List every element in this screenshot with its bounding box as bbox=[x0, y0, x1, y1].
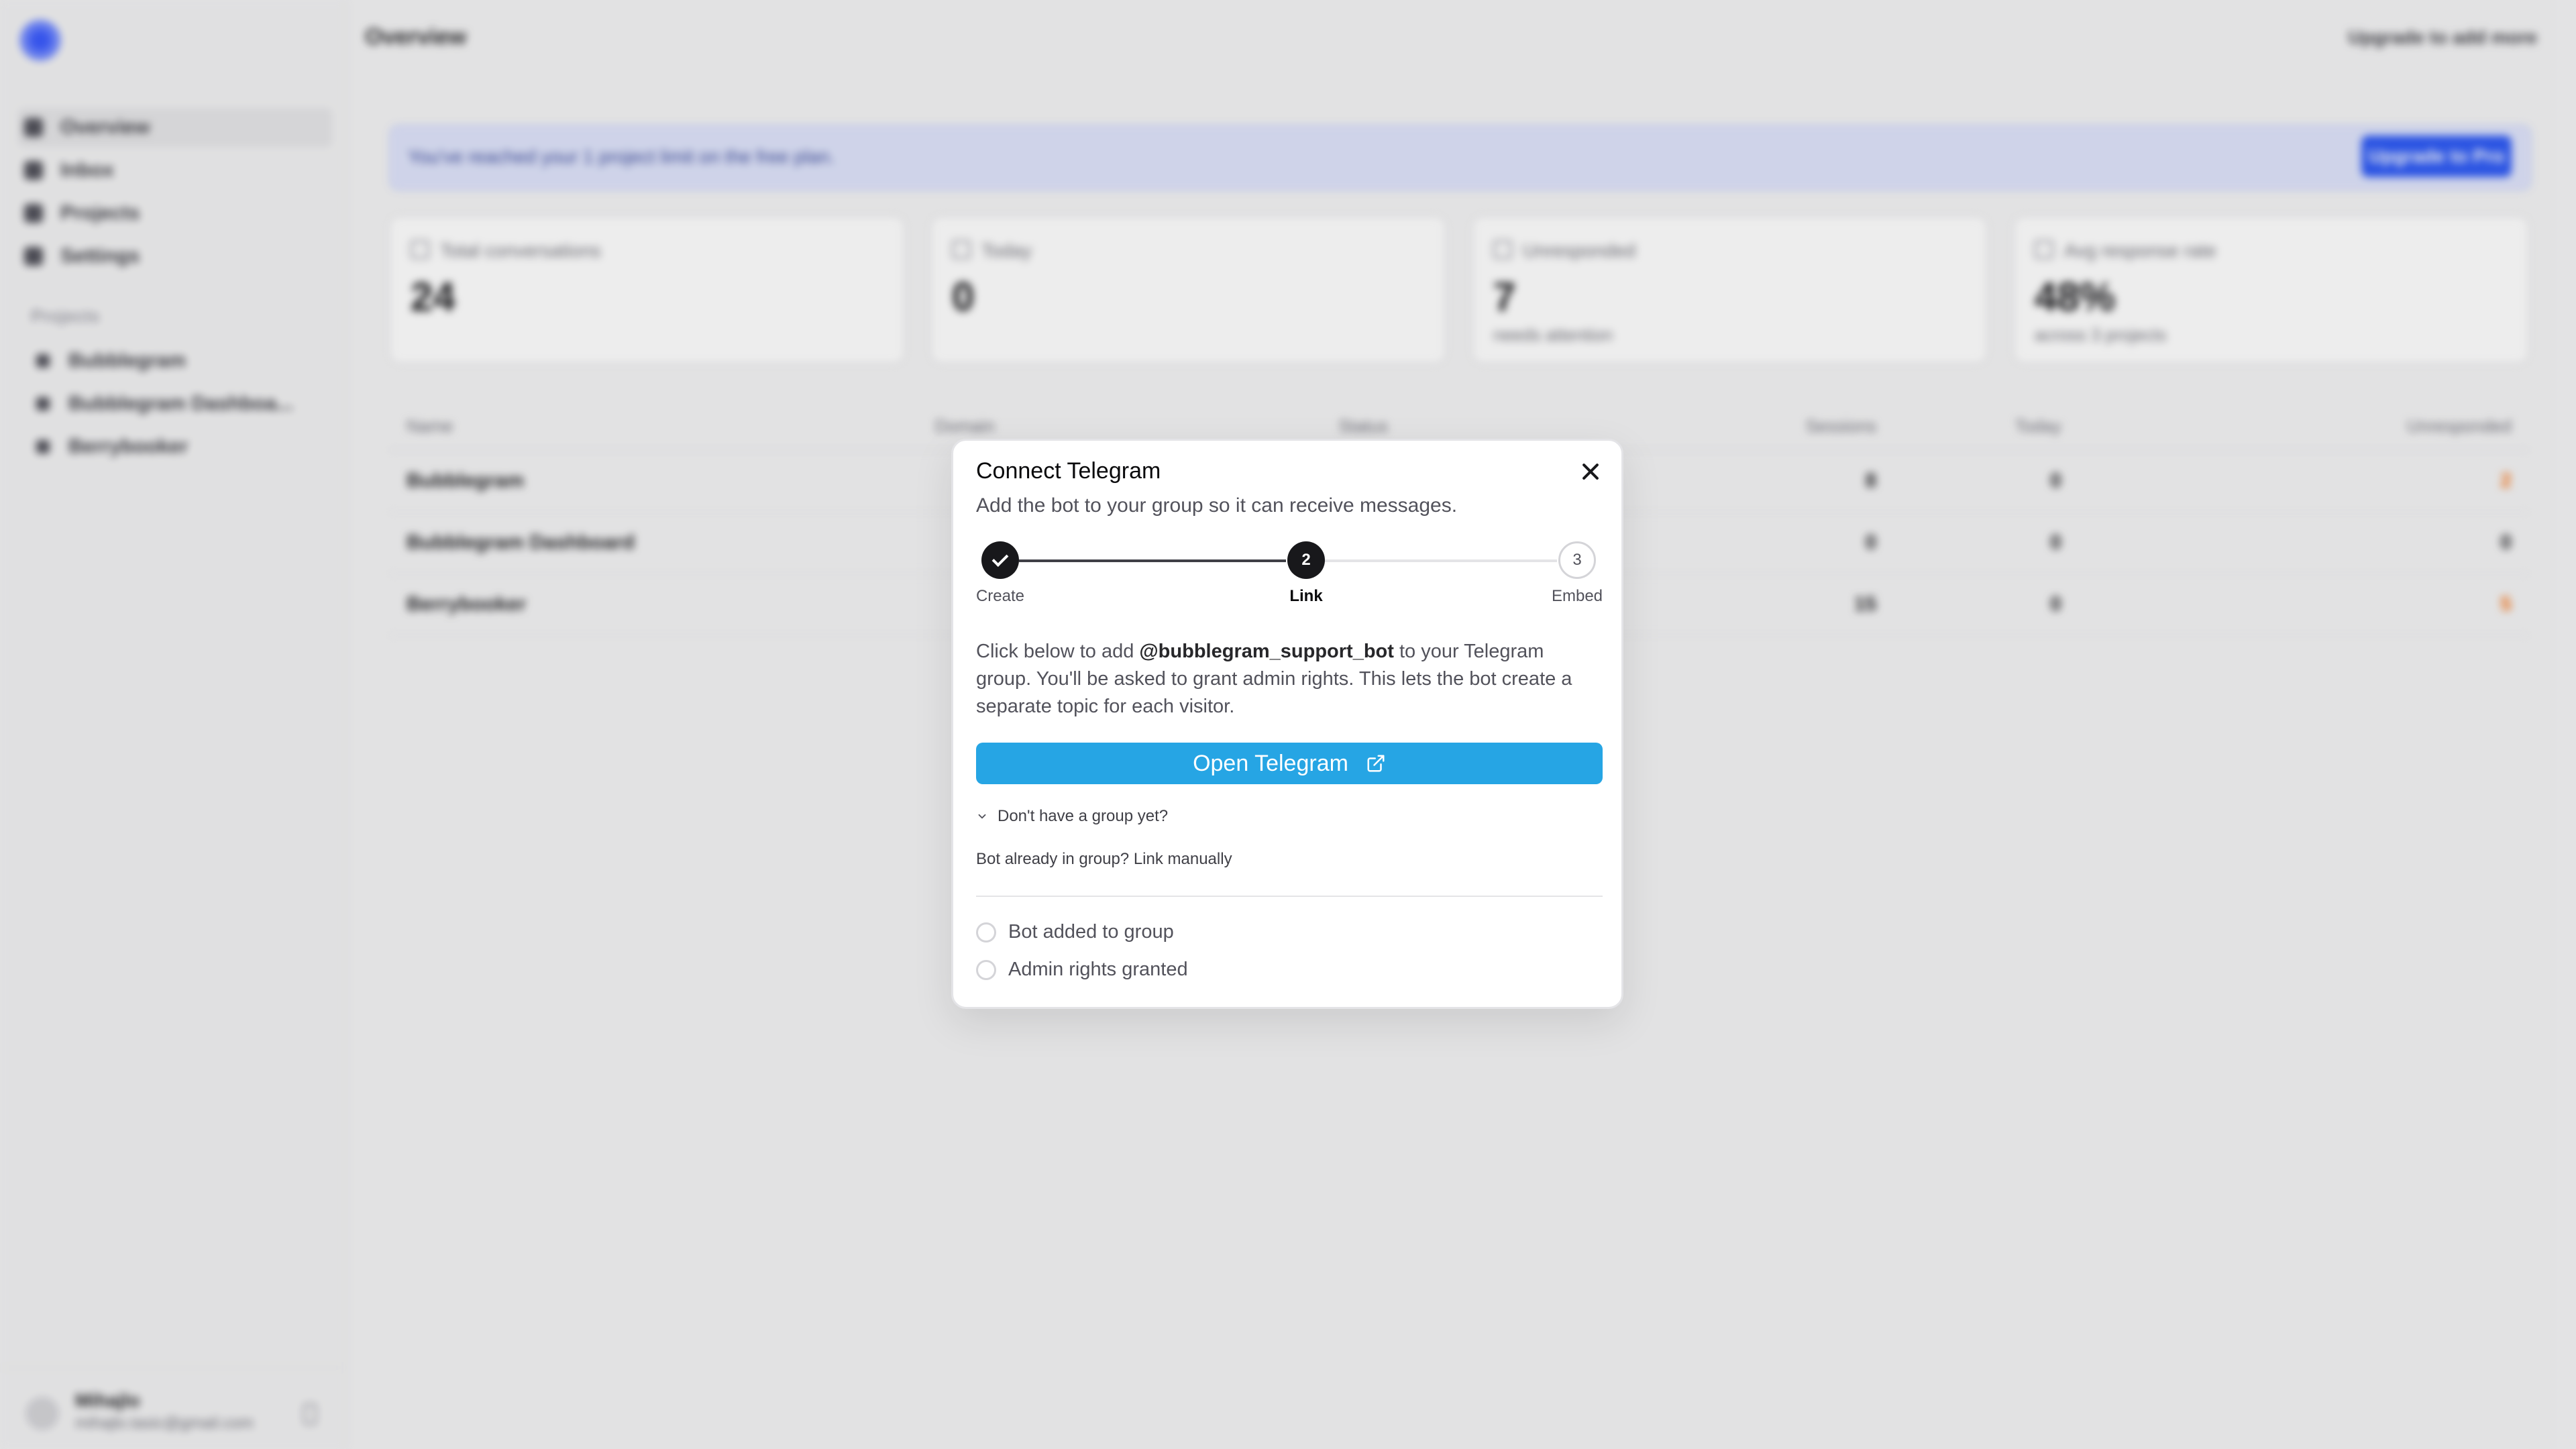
step-label-embed: Embed bbox=[1551, 587, 1603, 605]
step-link-indicator: 2 bbox=[1287, 541, 1325, 579]
close-icon[interactable] bbox=[1580, 461, 1601, 482]
checklist-item-admin-rights: Admin rights granted bbox=[976, 959, 1188, 981]
bot-handle: @bubblegram_support_bot bbox=[1139, 641, 1394, 662]
dialog-title: Connect Telegram bbox=[976, 458, 1161, 484]
step-connector bbox=[1325, 559, 1557, 562]
link-manually-link[interactable]: Bot already in group? Link manually bbox=[976, 850, 1232, 869]
instructions-prefix: Click below to add bbox=[976, 641, 1140, 662]
external-link-icon bbox=[1367, 755, 1385, 772]
divider bbox=[976, 896, 1603, 897]
open-telegram-button[interactable]: Open Telegram bbox=[976, 743, 1603, 784]
chevron-down-icon bbox=[978, 814, 986, 819]
checklist-item-bot-added: Bot added to group bbox=[976, 921, 1174, 943]
no-group-toggle[interactable]: Don't have a group yet? bbox=[976, 807, 1168, 826]
check-icon bbox=[991, 549, 1009, 567]
dialog-description: Add the bot to your group so it can rece… bbox=[976, 494, 1458, 517]
checklist-label: Bot added to group bbox=[1008, 921, 1174, 943]
step-label-create: Create bbox=[975, 587, 1025, 605]
connect-telegram-dialog: Connect Telegram Add the bot to your gro… bbox=[951, 439, 1623, 1009]
step-embed-indicator: 3 bbox=[1558, 541, 1596, 579]
checklist-label: Admin rights granted bbox=[1008, 959, 1188, 980]
step-create-indicator bbox=[981, 541, 1019, 579]
no-group-label: Don't have a group yet? bbox=[998, 807, 1169, 825]
status-circle-icon bbox=[976, 959, 996, 980]
step-connector bbox=[1019, 559, 1286, 562]
step-label-link: Link bbox=[1289, 587, 1323, 605]
open-telegram-label: Open Telegram bbox=[1193, 750, 1348, 776]
instructions-text: Click below to add @bubblegram_support_b… bbox=[976, 638, 1604, 720]
status-circle-icon bbox=[976, 922, 996, 943]
stepper: Create 2 Link 3 Embed bbox=[953, 541, 1621, 608]
